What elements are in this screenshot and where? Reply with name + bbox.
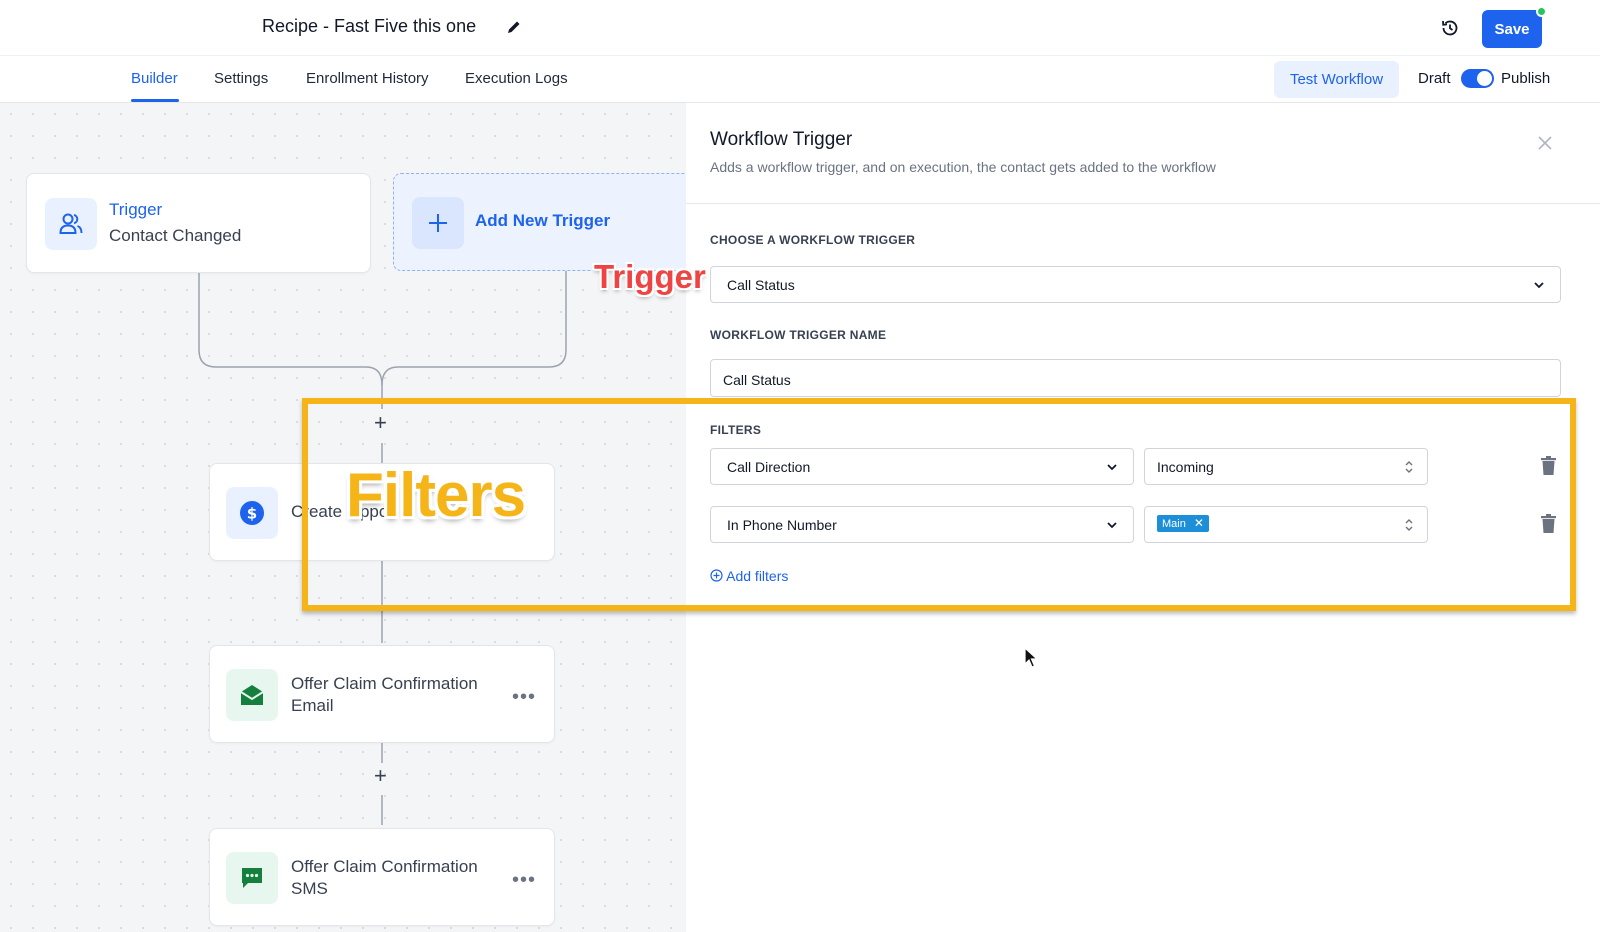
- chevron-down-icon: [1107, 464, 1117, 471]
- trigger-node[interactable]: Trigger Contact Changed: [26, 173, 371, 273]
- trigger-name-input[interactable]: Call Status: [710, 359, 1561, 397]
- sort-updown-icon: [1405, 461, 1413, 473]
- trigger-name-label: WORKFLOW TRIGGER NAME: [710, 328, 887, 342]
- tab-execution-logs[interactable]: Execution Logs: [465, 70, 568, 87]
- plus-icon: [412, 197, 464, 249]
- trigger-type-value: Call Status: [727, 277, 795, 293]
- filter-value-select[interactable]: Incoming: [1144, 448, 1428, 485]
- more-options-icon[interactable]: •••: [512, 686, 536, 709]
- action-node-email[interactable]: Offer Claim Confirmation Email •••: [209, 645, 555, 743]
- save-button[interactable]: Save: [1482, 10, 1542, 48]
- filter-field-value: In Phone Number: [727, 517, 837, 533]
- close-icon[interactable]: [1537, 135, 1553, 151]
- selected-tag: Main ✕: [1157, 515, 1209, 532]
- add-new-trigger-label: Add New Trigger: [475, 211, 611, 230]
- dollar-icon: $: [226, 487, 278, 539]
- filter-field-select[interactable]: Call Direction: [710, 448, 1134, 485]
- tab-bar: Builder Settings Enrollment History Exec…: [0, 56, 1600, 103]
- panel-title: Workflow Trigger: [710, 129, 853, 150]
- email-icon: [226, 669, 278, 721]
- trigger-type-select[interactable]: Call Status: [710, 266, 1561, 303]
- mouse-cursor-icon: [1024, 647, 1039, 668]
- add-step-plus-icon[interactable]: +: [374, 763, 387, 789]
- filter-value-multiselect[interactable]: Main ✕: [1144, 506, 1428, 543]
- publish-toggle[interactable]: [1461, 69, 1494, 88]
- action-node-sms[interactable]: Offer Claim Confirmation SMS •••: [209, 828, 555, 926]
- add-new-trigger-button[interactable]: Add New Trigger: [393, 173, 686, 271]
- trigger-node-subtitle: Contact Changed: [109, 226, 242, 245]
- chevron-down-icon: [1107, 522, 1117, 529]
- publish-label: Publish: [1501, 70, 1551, 87]
- action-label: Offer Claim Confirmation Email: [291, 674, 478, 715]
- workflow-trigger-panel: Workflow Trigger Adds a workflow trigger…: [686, 103, 1600, 932]
- contact-icon: [45, 198, 97, 250]
- pencil-icon[interactable]: [506, 19, 522, 35]
- choose-trigger-label: CHOOSE A WORKFLOW TRIGGER: [710, 233, 916, 247]
- filter-field-value: Call Direction: [727, 459, 811, 475]
- filters-annotation: Filters: [346, 461, 526, 530]
- add-filters-link[interactable]: Add filters: [710, 568, 788, 584]
- active-tab-indicator: [131, 99, 179, 102]
- tab-builder[interactable]: Builder: [131, 70, 178, 87]
- panel-subtitle: Adds a workflow trigger, and on executio…: [710, 159, 1216, 175]
- action-label: Offer Claim Confirmation SMS: [291, 857, 478, 898]
- workflow-canvas[interactable]: + + Trigger Contact Changed Add New Trig…: [0, 103, 686, 932]
- remove-tag-icon[interactable]: ✕: [1194, 516, 1204, 530]
- trash-icon[interactable]: [1540, 514, 1557, 533]
- more-options-icon[interactable]: •••: [512, 869, 536, 892]
- trigger-node-title: Trigger: [109, 200, 163, 219]
- toggle-knob: [1477, 71, 1492, 86]
- tab-enrollment-history[interactable]: Enrollment History: [306, 70, 429, 87]
- tag-label: Main: [1162, 518, 1186, 530]
- divider: [686, 203, 1600, 204]
- trash-icon[interactable]: [1540, 456, 1557, 475]
- sms-icon: [226, 852, 278, 904]
- tab-settings[interactable]: Settings: [214, 70, 268, 87]
- add-step-plus-icon[interactable]: +: [374, 410, 387, 436]
- svg-text:$: $: [247, 505, 257, 523]
- add-filters-label: Add filters: [726, 568, 789, 584]
- plus-circle-icon: [710, 569, 723, 582]
- sort-updown-icon: [1405, 519, 1413, 531]
- status-dot: [1536, 6, 1547, 17]
- test-workflow-button[interactable]: Test Workflow: [1274, 61, 1399, 98]
- chevron-down-icon: [1534, 282, 1544, 289]
- trigger-annotation: Trigger: [594, 258, 706, 295]
- filters-label: FILTERS: [710, 423, 762, 437]
- filter-field-select[interactable]: In Phone Number: [710, 506, 1134, 543]
- history-icon[interactable]: [1440, 18, 1460, 38]
- trigger-name-value: Call Status: [723, 372, 791, 388]
- filter-value: Incoming: [1157, 459, 1214, 475]
- top-bar: Recipe - Fast Five this one Save: [0, 0, 1600, 56]
- workflow-title: Recipe - Fast Five this one: [262, 16, 477, 36]
- draft-label: Draft: [1418, 70, 1451, 87]
